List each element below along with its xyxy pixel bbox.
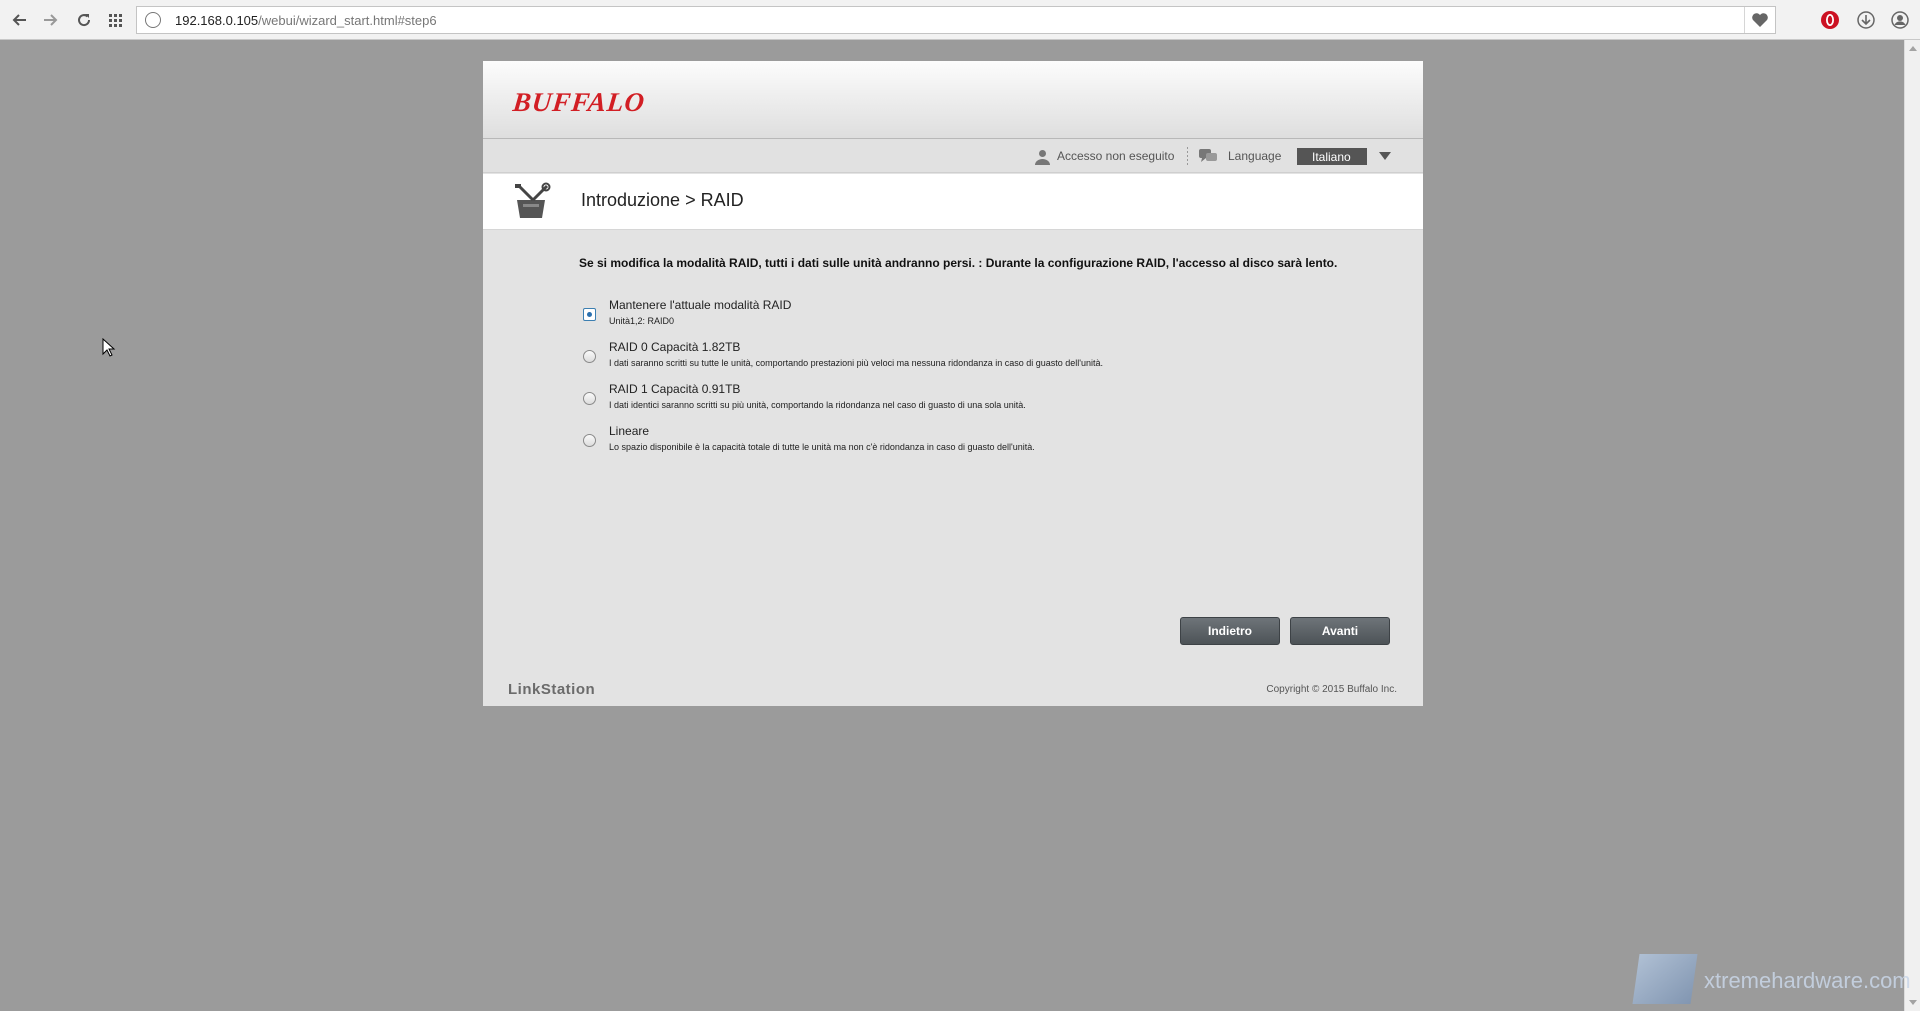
mouse-cursor-icon (102, 337, 116, 363)
page-title: Introduzione > RAID (581, 190, 744, 210)
url-text[interactable]: 192.168.0.105/webui/wizard_start.html#st… (175, 13, 437, 28)
next-button[interactable]: Avanti (1290, 617, 1390, 645)
option-label: Lineare (609, 424, 650, 438)
copyright: Copyright © 2015 Buffalo Inc. (1266, 684, 1397, 695)
address-bar[interactable]: 192.168.0.105/webui/wizard_start.html#st… (136, 6, 1776, 34)
radio-raid1[interactable] (583, 392, 596, 405)
title-bar: Introduzione > RAID (483, 174, 1423, 230)
option-label: Mantenere l'attuale modalità RAID (609, 298, 792, 312)
speed-dial-grid-icon[interactable] (104, 8, 128, 32)
divider (1187, 147, 1188, 165)
panel-header: BUFFALO (483, 61, 1423, 139)
reload-icon[interactable] (72, 8, 96, 32)
download-icon[interactable] (1854, 8, 1878, 32)
forward-arrow-icon[interactable] (38, 8, 62, 32)
wizard-panel: BUFFALO Accesso non eseguito Language It… (483, 61, 1423, 706)
watermark-logo-icon (1632, 954, 1698, 1004)
option-desc: I dati saranno scritti su tutte le unità… (609, 358, 1104, 368)
user-bar: Accesso non eseguito Language Italiano (483, 139, 1423, 173)
scroll-up-icon[interactable] (1909, 46, 1917, 51)
back-arrow-icon[interactable] (8, 8, 32, 32)
radio-raid0[interactable] (583, 350, 596, 363)
radio-keep-raid[interactable] (583, 308, 596, 321)
url-host: 192.168.0.105 (175, 13, 259, 28)
browser-toolbar: 192.168.0.105/webui/wizard_start.html#st… (0, 0, 1920, 40)
watermark-text: xtremehardware.com (1704, 968, 1911, 993)
toolbox-icon (511, 182, 551, 222)
raid-warning: Se si modifica la modalità RAID, tutti i… (579, 256, 1338, 270)
watermark: xtremehardware.com (1632, 948, 1911, 1008)
site-info-icon[interactable] (145, 12, 161, 28)
url-path: /webui/wizard_start.html#step6 (258, 13, 437, 28)
vertical-scrollbar[interactable] (1904, 40, 1920, 1011)
language-chat-icon (1199, 147, 1217, 168)
option-desc: I dati identici saranno scritti su più u… (609, 400, 1026, 410)
opera-icon[interactable] (1818, 8, 1842, 32)
login-status[interactable]: Accesso non eseguito (1057, 149, 1174, 163)
url-divider (1744, 7, 1745, 33)
option-desc: Lo spazio disponibile è la capacità tota… (609, 442, 1035, 452)
scroll-down-icon[interactable] (1909, 1000, 1917, 1005)
language-select[interactable]: Italiano (1297, 148, 1367, 165)
radio-linear[interactable] (583, 434, 596, 447)
language-label: Language (1228, 149, 1282, 163)
user-icon (1035, 149, 1050, 168)
bookmark-heart-icon[interactable] (1751, 11, 1769, 34)
back-button[interactable]: Indietro (1180, 617, 1280, 645)
option-desc: Unità1,2: RAID0 (609, 316, 675, 326)
linkstation-brand: LinkStation (508, 681, 596, 698)
account-icon[interactable] (1888, 8, 1912, 32)
option-label: RAID 1 Capacità 0.91TB (609, 382, 741, 396)
buffalo-logo: BUFFALO (511, 87, 647, 117)
option-label: RAID 0 Capacità 1.82TB (609, 340, 741, 354)
chevron-down-icon[interactable] (1379, 152, 1391, 160)
